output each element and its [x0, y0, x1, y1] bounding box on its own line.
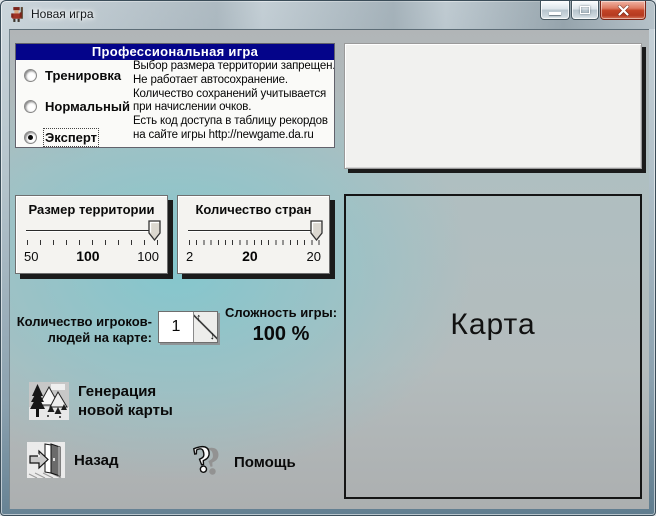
description-line: на сайте игры http://newgame.da.ru — [133, 129, 333, 143]
radio-training-label: Тренировка — [45, 68, 121, 83]
description-line: Не работает автосохранение. — [133, 74, 333, 88]
description-line: при начислении очков. — [133, 101, 333, 115]
generate-map-button[interactable]: Генерация новой карты — [29, 382, 173, 420]
country-count-panel: Количество стран 2 20 20 — [177, 195, 330, 274]
question-mark-icon: ? ? — [189, 439, 225, 485]
radio-expert-label: Эксперт — [45, 130, 97, 145]
spin-up-icon[interactable]: ↑ — [196, 312, 202, 324]
territory-size-title: Размер территории — [16, 202, 167, 217]
radio-normal[interactable]: Нормальный — [24, 99, 130, 114]
map-area: Карта — [344, 194, 642, 499]
map-label: Карта — [450, 308, 535, 342]
exit-door-icon — [27, 442, 65, 478]
country-count-value: 20 — [242, 248, 258, 264]
generate-map-label: Генерация новой карты — [78, 382, 173, 420]
spin-down-icon[interactable]: ↓ — [210, 330, 216, 342]
window-title: Новая игра — [31, 7, 94, 21]
players-count-label: Количество игроков- людей на карте: — [10, 314, 152, 346]
radio-expert[interactable]: Эксперт — [24, 130, 97, 145]
title-bar[interactable]: Новая игра — [1, 1, 655, 29]
mode-description: Выбор размера территории запрещен. Не ра… — [133, 60, 333, 143]
close-button[interactable] — [600, 1, 646, 20]
description-line: Есть код доступа в таблицу рекордов — [133, 115, 333, 129]
territory-size-value: 100 — [76, 248, 99, 264]
spinner-buttons[interactable]: ↑ ↓ — [193, 312, 217, 342]
minimize-button[interactable] — [540, 1, 570, 20]
maximize-button[interactable] — [571, 1, 599, 20]
game-mode-panel-header: Профессиональная игра — [16, 44, 334, 60]
country-count-labels: 2 20 20 — [186, 248, 321, 264]
description-line: Выбор размера территории запрещен. — [133, 60, 333, 74]
radio-circle-icon[interactable] — [24, 131, 37, 144]
territory-size-panel: Размер территории 50 100 100 — [15, 195, 168, 274]
players-count-label-line1: Количество игроков- — [10, 314, 152, 330]
generate-map-label-line2: новой карты — [78, 401, 173, 420]
minimize-icon — [549, 12, 561, 15]
radio-circle-icon[interactable] — [24, 69, 37, 82]
country-count-ticks — [189, 240, 320, 245]
radio-training[interactable]: Тренировка — [24, 68, 121, 83]
territory-size-min: 50 — [24, 249, 38, 264]
territory-size-labels: 50 100 100 — [24, 248, 159, 264]
country-count-max: 20 — [307, 249, 321, 264]
players-count-value: 1 — [159, 312, 193, 342]
country-count-title: Количество стран — [178, 202, 329, 217]
description-line: Количество сохранений учитывается — [133, 88, 333, 102]
territory-size-ticks — [27, 240, 158, 245]
players-count-label-line2: людей на карте: — [10, 330, 152, 346]
help-button[interactable]: ? ? Помощь — [189, 439, 296, 485]
radio-circle-icon[interactable] — [24, 100, 37, 113]
territory-size-max: 100 — [137, 249, 159, 264]
territory-size-slider-thumb[interactable] — [148, 220, 161, 241]
maximize-icon — [580, 6, 590, 14]
country-count-min: 2 — [186, 249, 193, 264]
territory-size-slider-track[interactable] — [26, 230, 157, 232]
window-controls — [540, 1, 646, 20]
generate-map-label-line1: Генерация — [78, 382, 173, 401]
radio-normal-label: Нормальный — [45, 99, 130, 114]
help-label: Помощь — [234, 453, 296, 472]
info-preview-panel — [344, 43, 642, 169]
difficulty-block: Сложность игры: 100 % — [222, 305, 340, 346]
back-label: Назад — [74, 451, 118, 470]
players-count-spinner: 1 ↑ ↓ — [158, 311, 218, 343]
difficulty-value: 100 % — [222, 323, 340, 346]
knight-icon — [8, 6, 25, 23]
difficulty-label: Сложность игры: — [222, 305, 340, 320]
forest-mountains-icon — [29, 382, 69, 420]
close-icon — [617, 5, 630, 16]
dialog-window: Новая игра Профессиональная игра Трениро… — [0, 0, 656, 516]
dialog-client-area: Профессиональная игра Тренировка Нормаль… — [9, 29, 649, 509]
back-button[interactable]: Назад — [27, 442, 118, 478]
country-count-slider-track[interactable] — [188, 230, 319, 232]
country-count-slider-thumb[interactable] — [310, 220, 323, 241]
game-mode-panel: Профессиональная игра Тренировка Нормаль… — [15, 43, 335, 148]
